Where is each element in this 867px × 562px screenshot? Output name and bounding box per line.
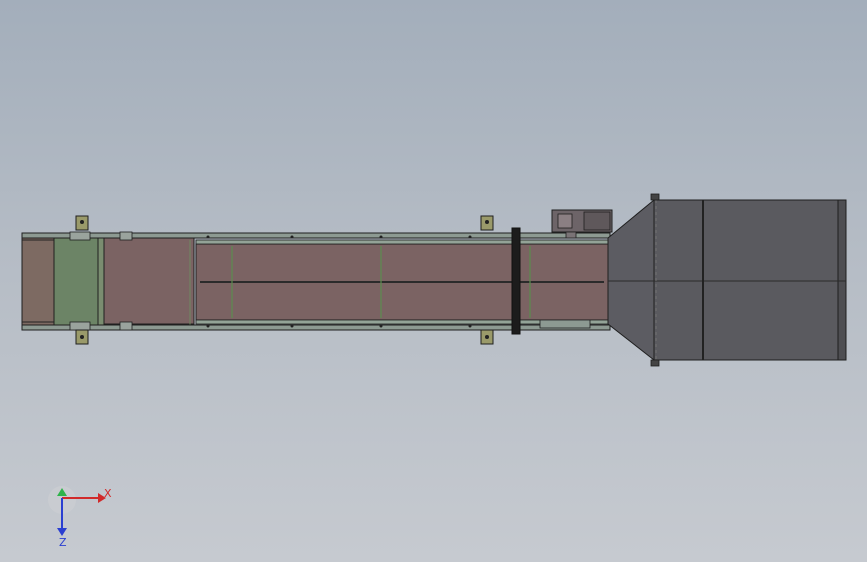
x-axis-label: X xyxy=(104,487,112,500)
cross-band[interactable] xyxy=(511,227,521,335)
conveyor-belt[interactable] xyxy=(103,237,609,326)
feed-end-roller[interactable] xyxy=(21,235,107,327)
orientation-triad: X Z xyxy=(48,486,112,548)
z-axis-arrow-icon xyxy=(57,528,67,536)
conveyor-3d-model[interactable] xyxy=(0,0,867,562)
z-axis-label: Z xyxy=(59,536,67,548)
hopper[interactable] xyxy=(607,193,847,367)
graphics-viewport[interactable]: X Z xyxy=(0,0,867,562)
